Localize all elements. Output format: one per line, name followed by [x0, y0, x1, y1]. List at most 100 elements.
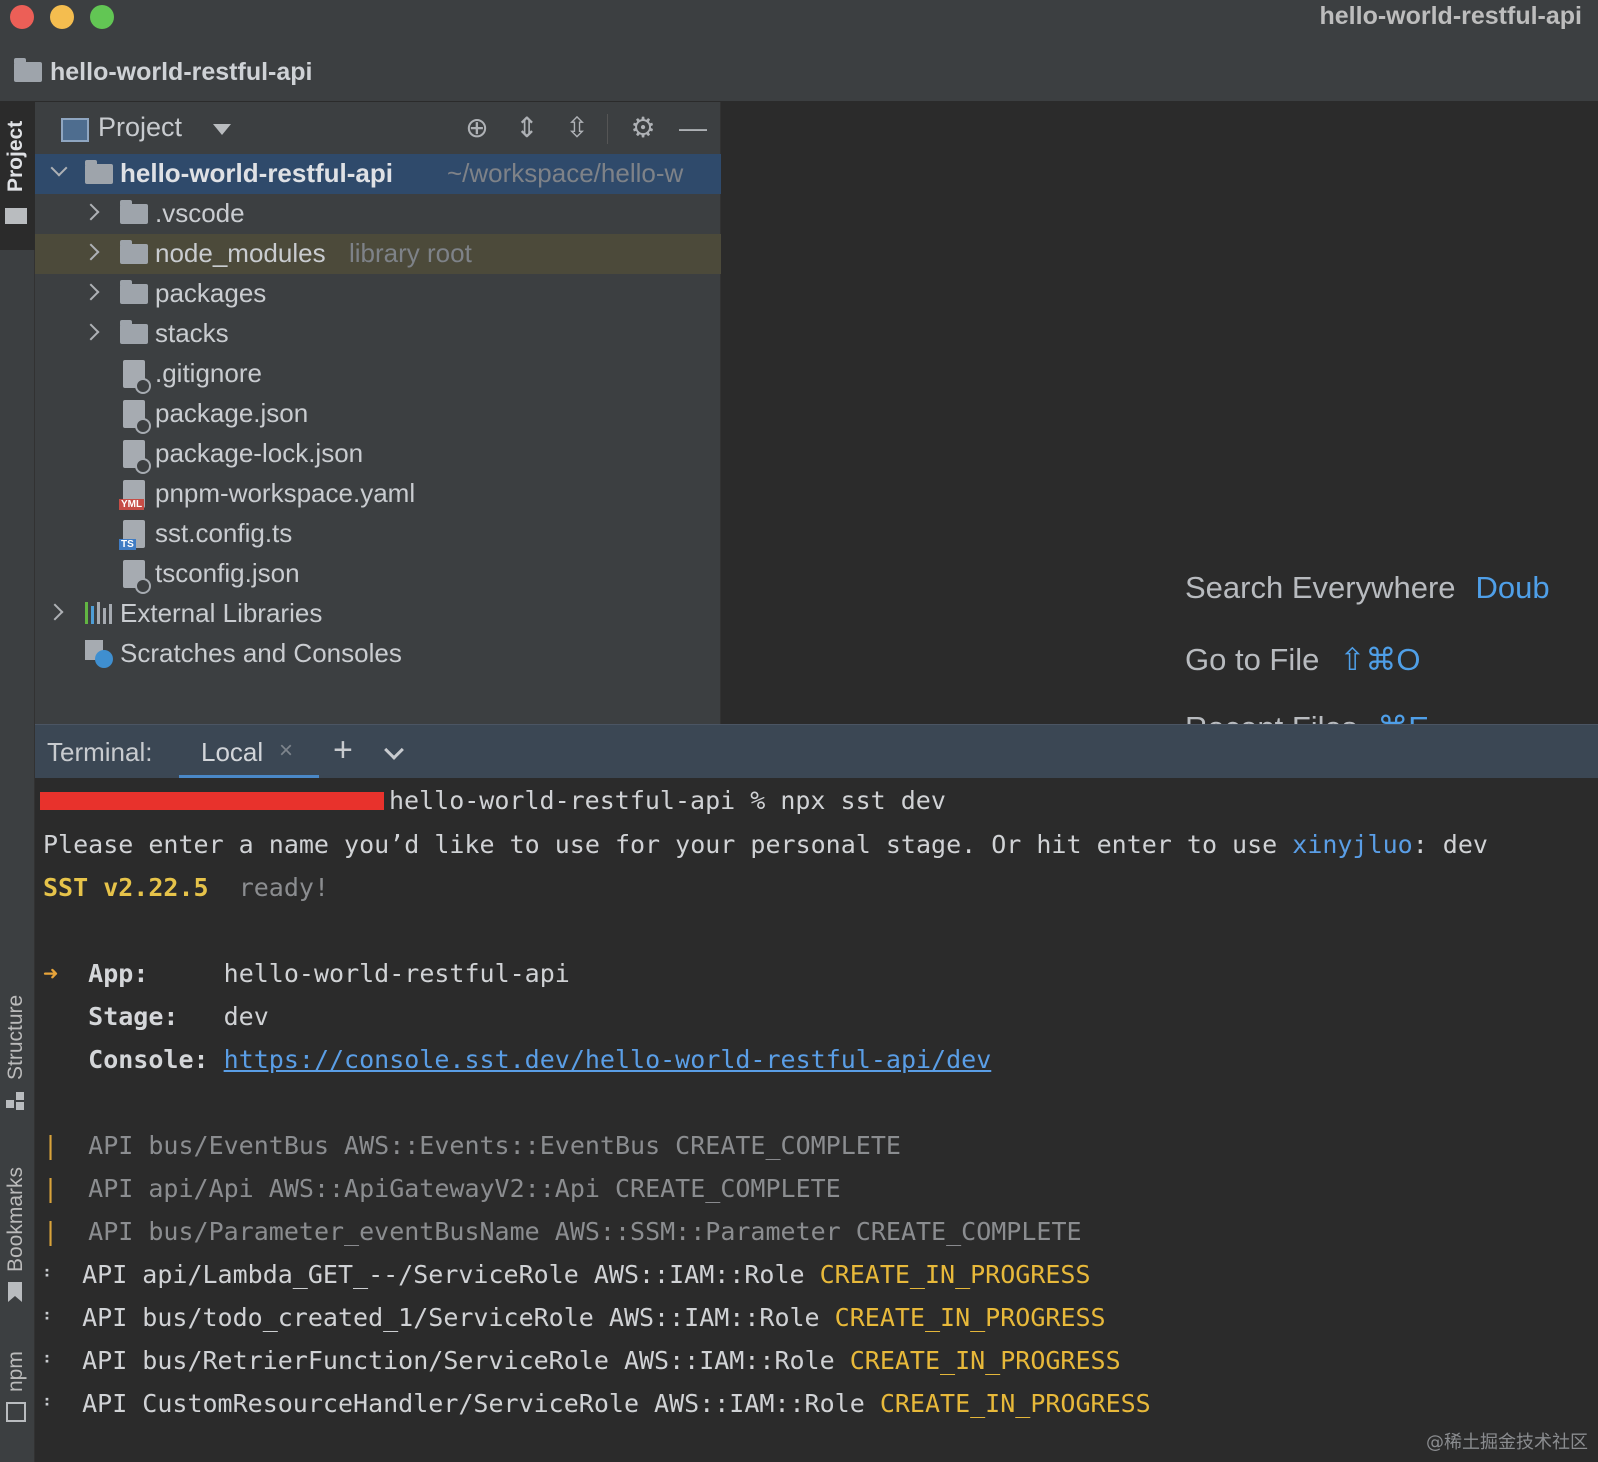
tree-item-stacks[interactable]: stacks	[35, 314, 721, 354]
locate-file-icon[interactable]: ⊕	[461, 112, 493, 144]
project-view-selector[interactable]: Project	[98, 112, 182, 143]
hint-search-everywhere[interactable]: Search Everywhere Doub	[1185, 570, 1550, 606]
tree-item-package-lock-json[interactable]: package-lock.json	[35, 434, 721, 474]
folder-icon	[120, 320, 148, 344]
left-tool-stripe: Project Structure Bookmarks npm	[0, 102, 35, 1462]
maximize-window-button[interactable]	[90, 5, 114, 29]
window-title: hello-world-restful-api	[1319, 2, 1583, 30]
chevron-right-icon[interactable]	[46, 603, 64, 621]
spinner-icon: ⠃	[43, 1310, 68, 1331]
stage-prompt-text: Please enter a name you’d like to use fo…	[43, 830, 1293, 859]
chevron-down-icon[interactable]	[50, 159, 68, 177]
project-tool-button[interactable]: Project	[0, 102, 35, 250]
editor-area: Search Everywhere Doub Go to File ⇧⌘O Rece…	[722, 102, 1598, 724]
tree-item-package-json[interactable]: package.json	[35, 394, 721, 434]
breadcrumb[interactable]: hello-world-restful-api	[50, 58, 313, 87]
terminal-complete-line: | API api/Api AWS::ApiGatewayV2::Api CRE…	[43, 1174, 841, 1203]
console-link[interactable]: https://console.sst.dev/hello-world-rest…	[224, 1045, 992, 1074]
complete-line-text: API bus/EventBus AWS::Events::EventBus C…	[88, 1131, 901, 1160]
tree-item-label: stacks	[155, 318, 229, 348]
progress-line-text: API CustomResourceHandler/ServiceRole AW…	[82, 1389, 880, 1418]
progress-status: CREATE_IN_PROGRESS	[834, 1303, 1106, 1332]
tree-item-label: package.json	[155, 398, 309, 428]
terminal-complete-line: | API bus/EventBus AWS::Events::EventBus…	[43, 1131, 901, 1160]
hint-shortcut: ⇧⌘O	[1339, 642, 1421, 677]
tree-item-label: .gitignore	[155, 358, 262, 388]
header-divider	[607, 114, 608, 144]
spinner-icon: ⠃	[43, 1353, 68, 1374]
json-file-icon	[123, 560, 151, 594]
progress-line-text: API bus/RetrierFunction/ServiceRole AWS:…	[82, 1346, 850, 1375]
gitignore-file-icon	[123, 360, 151, 394]
console-key: Console:	[88, 1045, 209, 1074]
chevron-right-icon[interactable]	[82, 203, 100, 221]
close-icon[interactable]: ×	[279, 737, 293, 765]
complete-line-text: API bus/Parameter_eventBusName AWS::SSM:…	[88, 1217, 1082, 1246]
bookmarks-tool-label: Bookmarks	[4, 1166, 27, 1272]
folder-icon	[120, 200, 148, 224]
tree-item-external-libraries[interactable]: External Libraries	[35, 594, 721, 634]
hint-shortcut: Doub	[1475, 570, 1550, 605]
tree-item-label: sst.config.ts	[155, 518, 293, 548]
redacted-username	[40, 792, 384, 810]
npm-icon	[6, 1402, 26, 1422]
hint-label: Search Everywhere	[1185, 570, 1456, 605]
folder-icon	[5, 208, 27, 224]
minimize-window-button[interactable]	[50, 5, 74, 29]
chevron-down-icon[interactable]	[213, 124, 231, 135]
terminal-output[interactable]: hello-world-restful-api % npx sst dev Pl…	[35, 778, 1598, 1462]
tree-item-sst-config[interactable]: TS sst.config.ts	[35, 514, 721, 554]
hint-recent-files[interactable]: Recent Files ⌘E	[1185, 710, 1429, 724]
tree-item-label: packages	[155, 278, 267, 308]
expand-all-icon[interactable]: ⇕	[511, 112, 543, 144]
terminal-prompt-line: hello-world-restful-api % npx sst dev	[389, 786, 946, 815]
tree-item-packages[interactable]: packages	[35, 274, 721, 314]
hide-panel-icon[interactable]: —	[677, 112, 709, 144]
tree-item-label: node_modules	[155, 238, 326, 268]
terminal-label: Terminal:	[47, 737, 153, 767]
json-file-icon	[123, 440, 151, 474]
chevron-right-icon[interactable]	[82, 323, 100, 341]
terminal-tab-local[interactable]: Local ×	[179, 725, 319, 779]
terminal-progress-line: ⠃ API bus/todo_created_1/ServiceRole AWS…	[43, 1303, 1106, 1332]
stage-prompt-answer: : dev	[1412, 830, 1488, 859]
gear-icon[interactable]: ⚙	[627, 112, 659, 144]
folder-icon	[120, 240, 148, 264]
tree-item-label: .vscode	[155, 198, 245, 228]
chevron-right-icon[interactable]	[82, 243, 100, 261]
tree-item-label: External Libraries	[120, 598, 323, 628]
tree-item-tsconfig[interactable]: tsconfig.json	[35, 554, 721, 594]
terminal-progress-line: ⠃ API CustomResourceHandler/ServiceRole …	[43, 1389, 1151, 1418]
progress-line-text: API bus/todo_created_1/ServiceRole AWS::…	[82, 1303, 835, 1332]
app-key: App:	[88, 959, 149, 988]
terminal-sst-ready: SST v2.22.5 ready!	[43, 873, 329, 902]
close-window-button[interactable]	[10, 5, 34, 29]
stage-default-user: xinyjluo	[1292, 830, 1413, 859]
collapse-all-icon[interactable]: ⇳	[561, 112, 593, 144]
folder-icon	[85, 160, 113, 184]
tree-root-item[interactable]: hello-world-restful-api ~/workspace/hell…	[35, 154, 721, 194]
tree-item-pnpm-workspace[interactable]: YML pnpm-workspace.yaml	[35, 474, 721, 514]
new-terminal-plus-icon[interactable]: +	[333, 731, 353, 770]
sst-ready: ready!	[238, 873, 329, 902]
progress-line-text: API api/Lambda_GET_--/ServiceRole AWS::I…	[82, 1260, 820, 1289]
tree-item-label: package-lock.json	[155, 438, 364, 468]
terminal-console-line: Console: https://console.sst.dev/hello-w…	[43, 1045, 991, 1074]
yaml-file-icon: YML	[119, 480, 145, 510]
tree-item-gitignore[interactable]: .gitignore	[35, 354, 721, 394]
hint-go-to-file[interactable]: Go to File ⇧⌘O	[1185, 642, 1420, 678]
npm-tool-label: npm	[4, 1351, 27, 1392]
folder-icon	[14, 58, 42, 82]
chevron-down-icon[interactable]	[384, 740, 404, 760]
chevron-right-icon[interactable]	[82, 283, 100, 301]
app-value: hello-world-restful-api	[223, 959, 570, 988]
tree-item-node-modules[interactable]: node_modules library root	[35, 234, 721, 274]
tree-item-vscode[interactable]: .vscode	[35, 194, 721, 234]
project-tool-label: Project	[4, 120, 27, 192]
terminal-stage-prompt: Please enter a name you’d like to use fo…	[43, 830, 1488, 859]
sst-version: SST v2.22.5	[43, 873, 209, 902]
arrow-right-icon: ➜	[43, 959, 59, 988]
tree-item-scratches[interactable]: Scratches and Consoles	[35, 634, 721, 674]
spinner-icon: ⠃	[43, 1267, 68, 1288]
terminal-progress-line: ⠃ API bus/RetrierFunction/ServiceRole AW…	[43, 1346, 1121, 1375]
